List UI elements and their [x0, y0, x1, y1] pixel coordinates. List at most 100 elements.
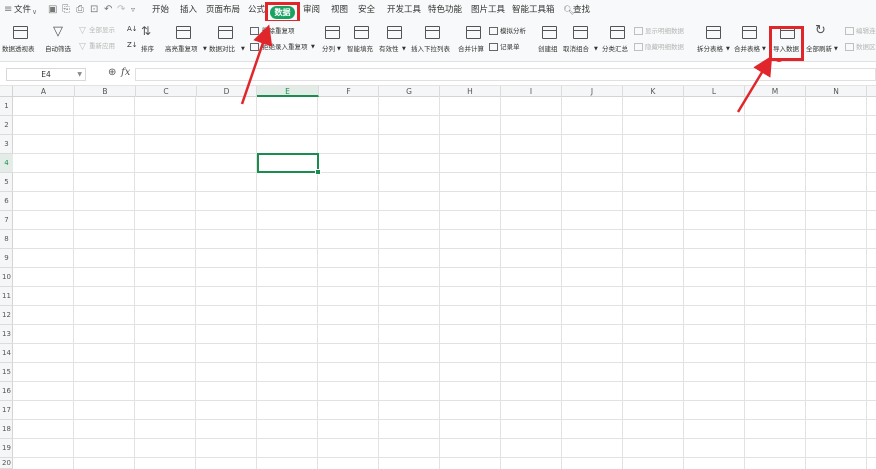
create-group-button[interactable]: 创建组: [538, 45, 558, 54]
hide-detail-button[interactable]: 隐藏明细数据: [645, 43, 684, 52]
zoom-icon[interactable]: ⊕: [108, 67, 116, 78]
function-icon[interactable]: fx: [121, 67, 130, 78]
formula-bar: E4 ▼ ⊕ fx: [0, 62, 876, 86]
formula-input[interactable]: [135, 68, 876, 81]
column-header-a[interactable]: A: [13, 86, 75, 97]
row-header-10[interactable]: 10: [0, 268, 13, 287]
column-header-b[interactable]: B: [75, 86, 136, 97]
tab-picture-tools[interactable]: 图片工具: [471, 5, 505, 16]
tab-formula[interactable]: 公式: [248, 5, 265, 16]
delete-duplicates-button[interactable]: 删除重复项: [262, 27, 295, 36]
name-box[interactable]: E4 ▼: [6, 68, 86, 81]
chevron-down-icon[interactable]: ▼: [77, 69, 82, 80]
search-label[interactable]: 查找: [573, 5, 590, 16]
tab-developer[interactable]: 开发工具: [387, 5, 421, 16]
column-header-i[interactable]: I: [501, 86, 562, 97]
show-detail-button[interactable]: 显示明细数据: [645, 27, 684, 36]
column-header-c[interactable]: C: [136, 86, 197, 97]
chevron-down-icon: ▼: [203, 46, 207, 52]
column-header-f[interactable]: F: [319, 86, 379, 97]
row-header-4[interactable]: 4: [0, 154, 13, 173]
column-header-h[interactable]: H: [440, 86, 501, 97]
validity-icon: [387, 26, 402, 39]
filter-icon: ▽: [53, 24, 63, 39]
column-header-j[interactable]: J: [562, 86, 623, 97]
validity-button[interactable]: 有效性: [379, 45, 399, 54]
export-icon[interactable]: ⎘: [62, 4, 70, 16]
row-header-8[interactable]: 8: [0, 230, 13, 249]
row-header-1[interactable]: 1: [0, 97, 13, 116]
reapply-button[interactable]: 重新应用: [89, 42, 115, 51]
smart-fill-button[interactable]: 智能填充: [347, 45, 373, 54]
row-header-19[interactable]: 19: [0, 439, 13, 458]
split-table-button[interactable]: 拆分表格: [697, 45, 723, 54]
row-header-18[interactable]: 18: [0, 420, 13, 439]
select-all-corner[interactable]: [0, 86, 13, 97]
row-header-11[interactable]: 11: [0, 287, 13, 306]
insert-dropdown-icon: [425, 26, 440, 39]
simulation-button[interactable]: 模拟分析: [500, 27, 526, 36]
row-header-7[interactable]: 7: [0, 211, 13, 230]
row-header-15[interactable]: 15: [0, 363, 13, 382]
column-header-d[interactable]: D: [197, 86, 257, 97]
preview-icon[interactable]: ⊡: [90, 4, 98, 16]
row-header-17[interactable]: 17: [0, 401, 13, 420]
chevron-down-icon: ▼: [726, 46, 730, 52]
data-area-icon: [845, 43, 854, 51]
refresh-all-button[interactable]: 全部刷新: [806, 45, 832, 54]
cell-grid[interactable]: [13, 97, 876, 469]
insert-dropdown-button[interactable]: 插入下拉列表: [411, 45, 450, 54]
undo-icon[interactable]: ↶: [104, 4, 112, 16]
column-header-l[interactable]: L: [684, 86, 745, 97]
subtotal-button[interactable]: 分类汇总: [602, 45, 628, 54]
ungroup-button[interactable]: 取消组合: [563, 45, 589, 54]
tab-features[interactable]: 特色功能: [428, 5, 462, 16]
redo-icon[interactable]: ↷: [117, 4, 125, 16]
row-header-20[interactable]: 20: [0, 458, 13, 469]
tab-home[interactable]: 开始: [152, 5, 169, 16]
row-header-13[interactable]: 13: [0, 325, 13, 344]
menu-icon[interactable]: ≡: [4, 4, 12, 16]
data-area-button[interactable]: 数据区域: [856, 43, 876, 52]
tab-insert[interactable]: 插入: [180, 5, 197, 16]
tab-smart-toolbox[interactable]: 智能工具箱: [512, 5, 555, 16]
autofilter-button[interactable]: 自动筛选: [45, 45, 71, 54]
chevron-down-icon[interactable]: ∨: [32, 6, 37, 18]
column-header-e[interactable]: E: [257, 86, 319, 97]
row-header-9[interactable]: 9: [0, 249, 13, 268]
row-header-16[interactable]: 16: [0, 382, 13, 401]
edit-connection-button[interactable]: 编辑连接: [856, 27, 876, 36]
file-menu[interactable]: 文件: [14, 5, 31, 16]
column-header-n[interactable]: N: [806, 86, 867, 97]
pivot-table-button[interactable]: 数据透视表: [2, 45, 35, 54]
row-header-12[interactable]: 12: [0, 306, 13, 325]
row-header-5[interactable]: 5: [0, 173, 13, 192]
active-cell-e4[interactable]: [257, 153, 321, 175]
row-header-3[interactable]: 3: [0, 135, 13, 154]
tab-view[interactable]: 视图: [331, 5, 348, 16]
merge-table-button[interactable]: 合并表格: [734, 45, 760, 54]
tab-security[interactable]: 安全: [358, 5, 375, 16]
consolidate-button[interactable]: 合并计算: [458, 45, 484, 54]
customize-icon[interactable]: ▿: [131, 4, 135, 16]
sort-button[interactable]: 排序: [141, 45, 154, 54]
column-header-k[interactable]: K: [623, 86, 684, 97]
chevron-down-icon: ▼: [594, 46, 598, 52]
show-all-button[interactable]: 全部显示: [89, 26, 115, 35]
row-header-14[interactable]: 14: [0, 344, 13, 363]
highlight-duplicates-button[interactable]: 高亮重复项: [165, 45, 198, 54]
reject-duplicates-button[interactable]: 拒绝录入重复项: [262, 43, 308, 52]
column-header-m[interactable]: M: [745, 86, 806, 97]
row-header-6[interactable]: 6: [0, 192, 13, 211]
data-compare-button[interactable]: 数据对比: [209, 45, 235, 54]
column-header-g[interactable]: G: [379, 86, 440, 97]
save-icon[interactable]: ▣: [48, 4, 57, 16]
sort-asc-icon[interactable]: A↓: [127, 25, 138, 34]
print-icon[interactable]: ⎙: [76, 4, 84, 16]
sort-desc-icon: Z↓: [127, 41, 138, 49]
row-header-2[interactable]: 2: [0, 116, 13, 135]
record-form-button[interactable]: 记录单: [500, 43, 520, 52]
split-column-button[interactable]: 分列: [322, 45, 335, 54]
tab-review[interactable]: 审阅: [303, 5, 320, 16]
tab-page-layout[interactable]: 页面布局: [206, 5, 240, 16]
